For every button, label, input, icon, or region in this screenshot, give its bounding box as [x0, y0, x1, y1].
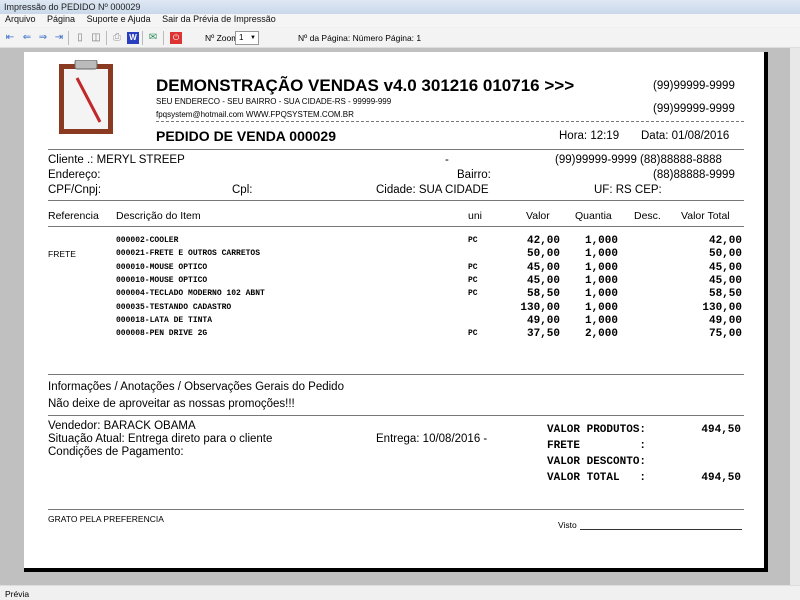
total-value: 494,50 — [701, 424, 741, 436]
report-page: DEMONSTRAÇÃO VENDAS v4.0 301216 010716 >… — [24, 52, 768, 572]
client-address: Endereço: — [48, 169, 101, 181]
total-label: FRETE : — [547, 440, 647, 452]
email-icon[interactable]: ✉ — [147, 32, 159, 44]
client-bairro: Bairro: — [457, 169, 491, 181]
item-uni: PC — [468, 275, 478, 285]
col-valor: Valor — [526, 210, 550, 222]
client-phones: (99)99999-9999 (88)88888-8888 — [555, 154, 722, 166]
single-page-icon[interactable]: ▯ — [74, 32, 86, 44]
window-title: Impressão do PEDIDO Nº 000029 — [0, 0, 800, 14]
col-descricao: Descrição do Item — [116, 210, 201, 222]
item-qtd: 1,000 — [584, 235, 618, 247]
total-label: VALOR TOTAL : — [547, 472, 647, 484]
item-ref: FRETE — [48, 249, 76, 260]
item-qtd: 1,000 — [584, 288, 618, 301]
item-qtd: 1,000 — [584, 274, 618, 287]
item-total: 50,00 — [708, 248, 742, 261]
order-date: Data: 01/08/2016 — [641, 130, 730, 142]
client-cpl: Cpl: — [232, 184, 253, 196]
item-desc: 000035-TESTANDO CADASTRO — [116, 302, 232, 312]
total-label: VALOR DESCONTO: — [547, 456, 647, 468]
item-total: 130,00 — [702, 301, 742, 314]
item-total: 75,00 — [708, 328, 742, 341]
next-page-icon[interactable]: ⇒ — [37, 32, 49, 44]
item-qtd: 1,000 — [584, 248, 618, 261]
notes-text: Não deixe de aproveitar as nossas promoç… — [48, 398, 295, 410]
client-name: Cliente .: MERYL STREEP — [48, 154, 185, 166]
last-page-icon[interactable]: ⇥ — [53, 32, 65, 44]
notes-title: Informações / Anotações / Observações Ge… — [48, 381, 344, 393]
word-export-icon[interactable]: W — [127, 32, 139, 44]
company-phone-1: (99)99999-9999 — [653, 80, 735, 92]
footer-thanks: GRATO PELA PREFERENCIA — [48, 514, 164, 524]
zoom-select[interactable]: 1 ▼ — [235, 31, 259, 45]
menu-bar: Arquivo Página Suporte e Ajuda Sair da P… — [0, 14, 800, 27]
item-total: 45,00 — [708, 274, 742, 287]
zoom-label: Nº Zoom — [205, 33, 239, 43]
client-city: Cidade: SUA CIDADE — [376, 184, 489, 196]
item-uni: PC — [468, 289, 478, 299]
col-valor-total: Valor Total — [681, 210, 730, 222]
item-qtd: 2,000 — [584, 328, 618, 341]
item-desc: 000002-COOLER — [116, 236, 179, 245]
signature-line — [580, 529, 742, 530]
clipboard-logo-icon — [59, 60, 113, 134]
close-preview-icon[interactable]: ⏻ — [170, 32, 182, 44]
col-quantia: Quantia — [575, 210, 612, 222]
two-page-icon[interactable]: ◫ — [90, 32, 102, 44]
item-total: 49,00 — [708, 314, 742, 327]
order-status: Situação Atual: Entrega direto para o cl… — [48, 433, 273, 445]
menu-sair-previa[interactable]: Sair da Prévia de Impressão — [162, 14, 276, 24]
total-label: VALOR PRODUTOS: — [547, 424, 647, 436]
chevron-down-icon: ▼ — [250, 35, 256, 41]
item-qtd: 1,000 — [584, 314, 618, 327]
order-time: Hora: 12:19 — [559, 130, 620, 142]
first-page-icon[interactable]: ⇤ — [4, 32, 16, 44]
item-uni: PC — [468, 262, 478, 272]
visto-label: Visto — [558, 520, 577, 530]
client-cpf: CPF/Cnpj: — [48, 184, 102, 196]
item-uni: PC — [468, 329, 478, 339]
client-dash: - — [445, 154, 449, 166]
payment-conditions: Condições de Pagamento: — [48, 446, 184, 458]
print-icon[interactable]: ⎙ — [111, 32, 123, 44]
client-phone-3: (88)88888-9999 — [653, 169, 735, 181]
menu-arquivo[interactable]: Arquivo — [5, 14, 36, 24]
col-referencia: Referencia — [48, 210, 99, 222]
menu-pagina[interactable]: Página — [47, 14, 75, 24]
company-name: DEMONSTRAÇÃO VENDAS v4.0 301216 010716 >… — [156, 76, 575, 95]
item-qtd: 1,000 — [584, 301, 618, 314]
client-uf-cep: UF: RS CEP: — [594, 184, 662, 196]
page-info: Nº da Página: Número Página: 1 — [298, 33, 422, 43]
company-address: SEU ENDERECO - SEU BAIRRO - SUA CIDADE-R… — [156, 97, 392, 106]
col-uni: uni — [468, 210, 483, 222]
prev-page-icon[interactable]: ⇐ — [21, 32, 33, 44]
item-desc: 000010-MOUSE OPTICO — [116, 275, 208, 285]
item-total: 45,00 — [708, 261, 742, 274]
toolbar: ⇤ ⇐ ⇒ ⇥ ▯ ◫ ⎙ W ✉ ⏻ Nº Zoom 1 ▼ Nº da Pág… — [0, 28, 800, 48]
status-bar: Prévia — [0, 585, 800, 600]
company-phone-2: (99)99999-9999 — [653, 103, 735, 115]
item-desc: 000010-MOUSE OPTICO — [116, 262, 208, 272]
company-contact: fpqsystem@hotmail.com WWW.FPQSYSTEM.COM.… — [156, 110, 354, 119]
item-desc: 000018-LATA DE TINTA — [116, 315, 213, 325]
order-title: PEDIDO DE VENDA 000029 — [156, 128, 336, 144]
menu-suporte[interactable]: Suporte e Ajuda — [87, 14, 151, 24]
item-desc: 000004-TECLADO MODERNO 102 ABNT — [116, 289, 265, 299]
seller: Vendedor: BARACK OBAMA — [48, 420, 196, 432]
delivery-date: Entrega: 10/08/2016 - — [376, 433, 488, 445]
total-value: 494,50 — [701, 472, 741, 484]
item-desc: 000021-FRETE E OUTROS CARRETOS — [116, 249, 261, 259]
item-total: 42,00 — [708, 235, 742, 247]
zoom-value: 1 — [239, 33, 244, 42]
col-desc: Desc. — [634, 210, 661, 222]
vertical-scrollbar[interactable] — [790, 48, 800, 585]
item-qtd: 1,000 — [584, 261, 618, 274]
item-uni: PC — [468, 236, 478, 245]
item-desc: 000008-PEN DRIVE 2G — [116, 329, 208, 339]
item-total: 58,50 — [708, 288, 742, 301]
